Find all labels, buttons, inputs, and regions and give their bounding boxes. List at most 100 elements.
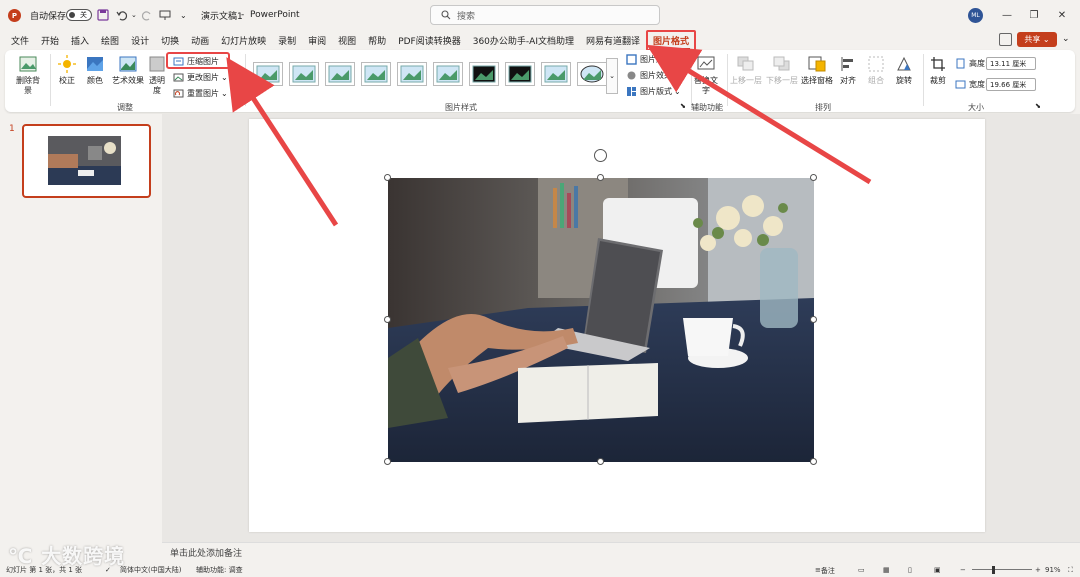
user-avatar[interactable]: ML <box>968 8 983 23</box>
remove-background-label: 删除背景 <box>16 76 40 95</box>
language-status[interactable]: 简体中文(中国大陆) <box>120 565 181 575</box>
resize-handle[interactable] <box>810 174 817 181</box>
align-button[interactable]: 对齐 <box>837 54 859 86</box>
resize-handle[interactable] <box>810 316 817 323</box>
crop-button[interactable]: 裁剪 <box>927 54 949 86</box>
tab-3[interactable]: 绘图 <box>95 34 125 47</box>
color-button[interactable]: 颜色 <box>83 54 107 86</box>
search-box[interactable]: 搜索 <box>430 5 660 25</box>
tab-2[interactable]: 插入 <box>65 34 95 47</box>
picture-style-5[interactable] <box>397 62 427 86</box>
width-input[interactable]: 19.66 厘米 <box>986 78 1036 91</box>
picture-effects-label: 图片效果 <box>640 71 672 80</box>
picture-style-1[interactable] <box>253 62 283 86</box>
tab-14[interactable]: 网易有道翻译 <box>580 34 646 47</box>
resize-handle[interactable] <box>384 458 391 465</box>
tab-4[interactable]: 设计 <box>125 34 155 47</box>
adjust-group-label: 调整 <box>117 103 133 112</box>
reading-view-icon[interactable]: ▯ <box>908 566 912 574</box>
picture-effects-button[interactable]: 图片效果 ⌄ <box>626 70 681 81</box>
tab-13[interactable]: 360办公助手-AI文档助理 <box>467 34 580 47</box>
artistic-effects-button[interactable]: 艺术效果 <box>109 54 147 86</box>
alt-text-label: 替换文字 <box>694 76 718 95</box>
comment-icon[interactable] <box>999 33 1012 46</box>
picture-border-icon <box>626 54 637 65</box>
customize-quick-access-icon[interactable]: ⌄ <box>180 7 187 23</box>
selection-pane-button[interactable]: 选择窗格 <box>800 54 834 86</box>
size-dialog-launcher-icon[interactable]: ⬊ <box>1035 102 1041 110</box>
tab-5[interactable]: 切换 <box>155 34 185 47</box>
resize-handle[interactable] <box>384 174 391 181</box>
undo-dropdown-icon[interactable]: ⌄ <box>131 7 137 23</box>
restore-icon[interactable]: ❐ <box>1027 8 1041 22</box>
resize-handle[interactable] <box>384 316 391 323</box>
zoom-in-icon[interactable]: + <box>1035 566 1041 574</box>
group-button[interactable]: 组合 <box>865 54 887 86</box>
reset-picture-button[interactable]: 重置图片 ⌄ <box>173 88 228 99</box>
rotation-handle-icon[interactable] <box>594 149 607 162</box>
picture-style-8[interactable] <box>505 62 535 86</box>
change-picture-button[interactable]: 更改图片 ⌄ <box>173 72 228 83</box>
gallery-more-button[interactable]: ⌄ <box>606 58 618 94</box>
width-icon <box>955 79 966 90</box>
zoom-slider-thumb[interactable] <box>992 566 995 574</box>
search-placeholder: 搜索 <box>457 11 476 22</box>
notes-pane[interactable]: 单击此处添加备注 <box>162 542 1080 562</box>
tab-15[interactable]: 图片格式 <box>646 29 697 51</box>
resize-handle[interactable] <box>810 458 817 465</box>
picture-style-2[interactable] <box>289 62 319 86</box>
picture-style-3[interactable] <box>325 62 355 86</box>
height-input[interactable]: 13.11 厘米 <box>986 57 1036 70</box>
zoom-level[interactable]: 91% <box>1045 566 1061 574</box>
tab-11[interactable]: 帮助 <box>362 34 392 47</box>
zoom-slider[interactable] <box>972 569 1032 570</box>
corrections-button[interactable]: 校正 <box>55 54 79 86</box>
resize-handle[interactable] <box>597 174 604 181</box>
height-icon <box>955 58 966 69</box>
picture-style-10[interactable] <box>577 62 607 86</box>
minimize-icon[interactable]: — <box>1000 8 1014 22</box>
tab-9[interactable]: 审阅 <box>302 34 332 47</box>
zoom-out-icon[interactable]: − <box>960 566 966 574</box>
slide-sorter-icon[interactable]: ▦ <box>883 566 890 574</box>
slide-thumbnail[interactable] <box>22 124 151 198</box>
close-icon[interactable]: ✕ <box>1055 8 1069 22</box>
fit-to-window-icon[interactable]: ⛶ <box>1068 566 1073 575</box>
picture-style-6[interactable] <box>433 62 463 86</box>
transparency-button[interactable]: 透明 度 <box>147 54 167 96</box>
slideshow-icon[interactable]: ▣ <box>934 566 941 574</box>
alt-text-button[interactable]: 替换文字 <box>693 54 719 96</box>
width-label: 宽度: <box>969 80 988 89</box>
accessibility-status[interactable]: 辅助功能: 调查 <box>196 565 243 575</box>
bring-forward-button[interactable]: 上移一层 <box>729 54 763 86</box>
tab-7[interactable]: 幻灯片放映 <box>215 34 272 47</box>
undo-icon[interactable] <box>116 7 128 23</box>
tab-0[interactable]: 文件 <box>5 34 35 47</box>
picture-border-button[interactable]: 图片边框 <box>626 54 672 65</box>
present-from-start-icon[interactable] <box>159 7 171 23</box>
styles-dialog-launcher-icon[interactable]: ⬊ <box>680 102 686 110</box>
send-backward-button[interactable]: 下移一层 <box>765 54 799 86</box>
picture-style-4[interactable] <box>361 62 391 86</box>
resize-handle[interactable] <box>597 458 604 465</box>
tab-6[interactable]: 动画 <box>185 34 215 47</box>
picture-border-label: 图片边框 <box>640 55 672 64</box>
selected-picture[interactable] <box>388 178 814 462</box>
save-icon[interactable] <box>97 7 109 23</box>
rotate-button[interactable]: 旋转 <box>893 54 915 86</box>
normal-view-icon[interactable]: ▭ <box>858 566 865 574</box>
picture-style-9[interactable] <box>541 62 571 86</box>
redo-icon[interactable] <box>141 7 153 23</box>
autosave-toggle[interactable]: 关 <box>66 9 92 21</box>
tab-12[interactable]: PDF阅读转换器 <box>392 34 467 47</box>
share-button[interactable]: 共享 ⌄ <box>1017 32 1057 47</box>
remove-background-button[interactable]: 删除背景 <box>13 54 43 96</box>
picture-style-7[interactable] <box>469 62 499 86</box>
picture-layout-button[interactable]: 图片版式 ⌄ <box>626 86 681 97</box>
ribbon-expand-icon[interactable]: ⌄ <box>1062 34 1070 44</box>
tab-1[interactable]: 开始 <box>35 34 65 47</box>
notes-button[interactable]: ≡ 备注 <box>815 566 835 575</box>
tab-10[interactable]: 视图 <box>332 34 362 47</box>
tab-8[interactable]: 录制 <box>272 34 302 47</box>
group-icon <box>865 54 887 74</box>
